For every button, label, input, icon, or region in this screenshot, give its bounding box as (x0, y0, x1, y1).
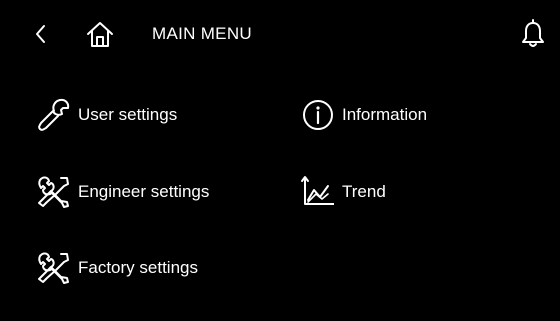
wrench-icon (34, 95, 74, 135)
menu-item-engineer-settings[interactable]: Engineer settings (34, 172, 209, 212)
top-bar: MAIN MENU (0, 0, 560, 70)
menu-item-label: User settings (78, 105, 178, 124)
home-icon (87, 22, 113, 47)
info-icon (298, 95, 338, 135)
menu-item-label: Factory settings (78, 258, 198, 277)
menu-item-information[interactable]: Information (298, 95, 427, 135)
page-title: MAIN MENU (152, 24, 252, 43)
menu-item-factory-settings[interactable]: Factory settings (34, 248, 198, 288)
chevron-left-icon (36, 25, 45, 43)
bell-icon (522, 19, 544, 47)
back-button[interactable] (30, 20, 54, 48)
menu-item-trend[interactable]: Trend (298, 172, 386, 212)
tools-icon (34, 248, 74, 288)
main-menu-screen: MAIN MENU User settings Engineer setting… (0, 0, 560, 321)
notification-button[interactable] (520, 18, 546, 50)
trend-chart-icon (298, 172, 338, 212)
menu-item-label: Engineer settings (78, 182, 210, 201)
home-button[interactable] (82, 16, 118, 52)
menu-item-user-settings[interactable]: User settings (34, 95, 177, 135)
menu-item-label: Information (342, 105, 428, 124)
tools-icon (34, 172, 74, 212)
menu-item-label: Trend (342, 182, 386, 201)
